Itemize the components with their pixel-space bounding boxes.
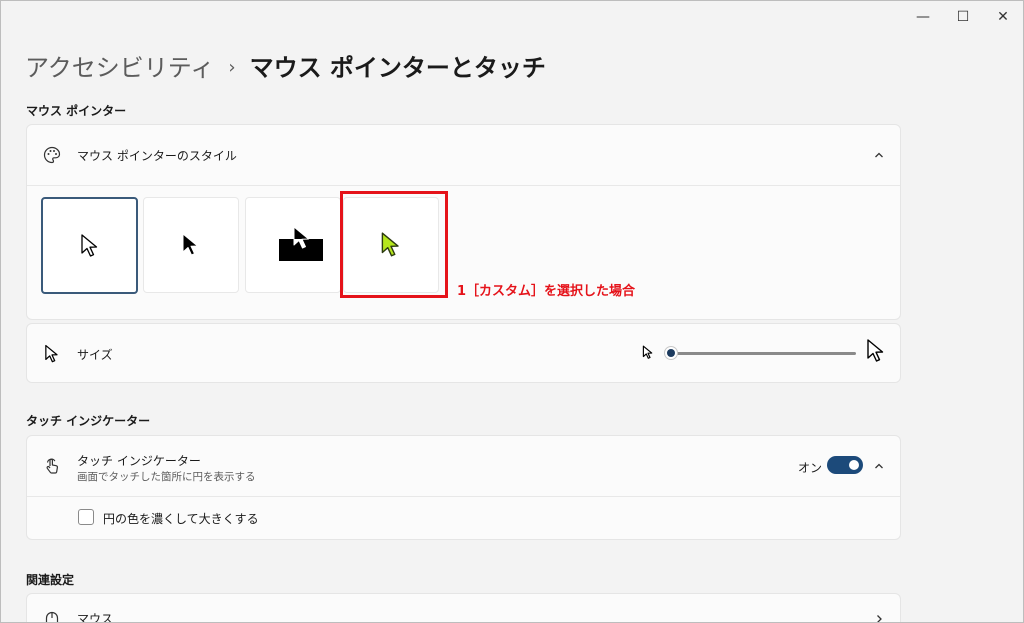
checkbox-label: 円の色を濃くして大きくする: [103, 512, 259, 526]
pointer-style-inverted-option[interactable]: [245, 197, 341, 293]
breadcrumb: アクセシビリティ › マウス ポインターとタッチ: [25, 51, 546, 85]
small-pointer-icon: [642, 345, 654, 364]
touch-indicator-toggle[interactable]: [827, 456, 863, 474]
darker-larger-circle-checkbox[interactable]: [78, 509, 94, 525]
chevron-up-icon[interactable]: [872, 148, 886, 162]
size-label: サイズ: [77, 348, 113, 362]
mouse-settings-card[interactable]: マウス: [26, 593, 901, 623]
maximize-button[interactable]: ☐: [943, 1, 983, 33]
pointer-style-black-option[interactable]: [143, 197, 239, 293]
custom-highlight-box: [340, 191, 448, 298]
mouse-settings-label: マウス: [77, 612, 114, 623]
settings-window: — ☐ ✕ アクセシビリティ › マウス ポインターとタッチ マウス ポインター…: [0, 0, 1024, 623]
size-slider-track[interactable]: [671, 352, 856, 355]
chevron-right-icon[interactable]: [872, 612, 886, 622]
inverted-pointer-icon: [279, 226, 323, 261]
divider: [27, 496, 900, 497]
pointer-style-white-option[interactable]: [41, 197, 138, 294]
minimize-button[interactable]: —: [903, 1, 943, 33]
toggle-state-label: オン: [798, 461, 823, 475]
pointer-icon: [41, 343, 63, 365]
toggle-knob: [849, 460, 859, 470]
pointer-style-header[interactable]: マウス ポインターのスタイル: [27, 125, 900, 185]
black-pointer-icon: [182, 233, 198, 256]
pointer-style-label: マウス ポインターのスタイル: [77, 149, 237, 163]
large-pointer-icon: [866, 338, 886, 368]
breadcrumb-separator: ›: [228, 57, 236, 78]
white-pointer-icon: [80, 233, 97, 257]
section-title-related: 関連設定: [26, 573, 75, 587]
section-title-pointer: マウス ポインター: [26, 104, 127, 118]
touch-header[interactable]: タッチ インジケーター 画面でタッチした箇所に円を表示する: [27, 436, 900, 496]
touch-icon: [41, 455, 63, 477]
chevron-up-icon[interactable]: [872, 459, 886, 473]
section-title-touch: タッチ インジケーター: [26, 414, 151, 428]
close-button[interactable]: ✕: [983, 1, 1023, 33]
touch-title: タッチ インジケーター: [77, 454, 201, 468]
mouse-icon: [41, 609, 63, 622]
page-title: マウス ポインターとタッチ: [249, 54, 546, 82]
annotation-note: 1［カスタム］を選択した場合: [457, 284, 636, 299]
breadcrumb-parent-link[interactable]: アクセシビリティ: [25, 51, 214, 85]
touch-subtitle: 画面でタッチした箇所に円を表示する: [77, 471, 256, 483]
palette-icon: [41, 144, 63, 166]
divider: [27, 185, 900, 186]
window-controls: — ☐ ✕: [903, 1, 1023, 33]
size-slider-thumb[interactable]: [664, 346, 678, 360]
